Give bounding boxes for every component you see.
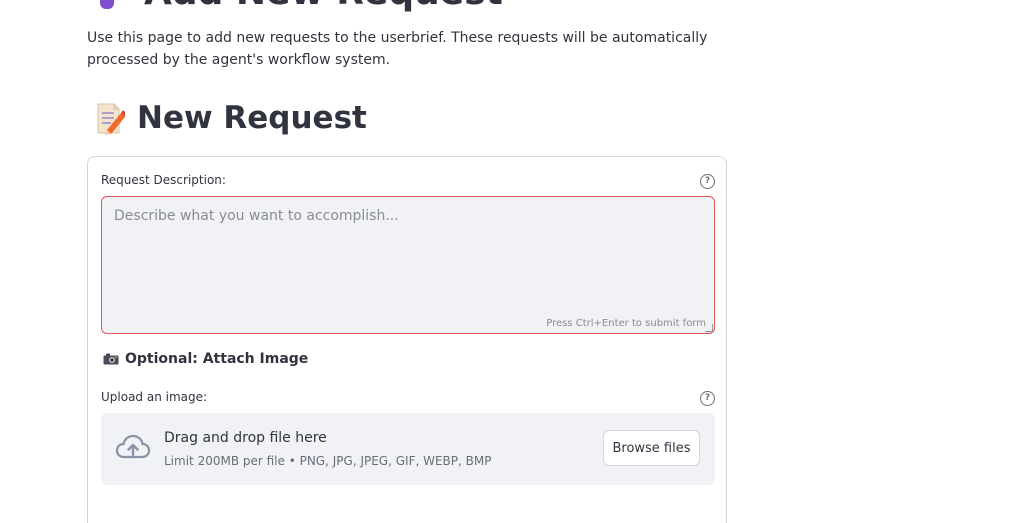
- section-title: New Request: [95, 100, 367, 136]
- description-textarea[interactable]: [102, 197, 714, 333]
- upload-label: Upload an image:: [101, 390, 208, 404]
- browse-files-button[interactable]: Browse files: [603, 430, 700, 466]
- upload-help-icon[interactable]: ?: [700, 391, 715, 406]
- section-title-text: New Request: [137, 100, 367, 136]
- description-label: Request Description:: [101, 173, 226, 187]
- page-heading-text: Add New Request: [144, 0, 503, 13]
- page: Add New Request Use this page to add new…: [0, 0, 1024, 523]
- description-field[interactable]: Press Ctrl+Enter to submit form: [101, 196, 715, 334]
- cloud-upload-icon: [115, 433, 151, 463]
- optional-attach-title: Optional: Attach Image: [103, 351, 308, 367]
- resize-handle[interactable]: [705, 324, 713, 332]
- page-heading-icon: [100, 0, 114, 9]
- page-heading: Add New Request: [100, 0, 503, 13]
- memo-icon: [95, 100, 127, 136]
- dropzone-limit: Limit 200MB per file • PNG, JPG, JPEG, G…: [164, 454, 492, 468]
- dropzone-title: Drag and drop file here: [164, 430, 327, 446]
- camera-icon: [103, 353, 119, 365]
- optional-attach-text: Optional: Attach Image: [125, 351, 309, 367]
- submit-hint: Press Ctrl+Enter to submit form: [546, 318, 706, 329]
- description-help-icon[interactable]: ?: [700, 174, 715, 189]
- file-dropzone[interactable]: Drag and drop file here Limit 200MB per …: [101, 413, 715, 485]
- intro-text: Use this page to add new requests to the…: [87, 30, 708, 68]
